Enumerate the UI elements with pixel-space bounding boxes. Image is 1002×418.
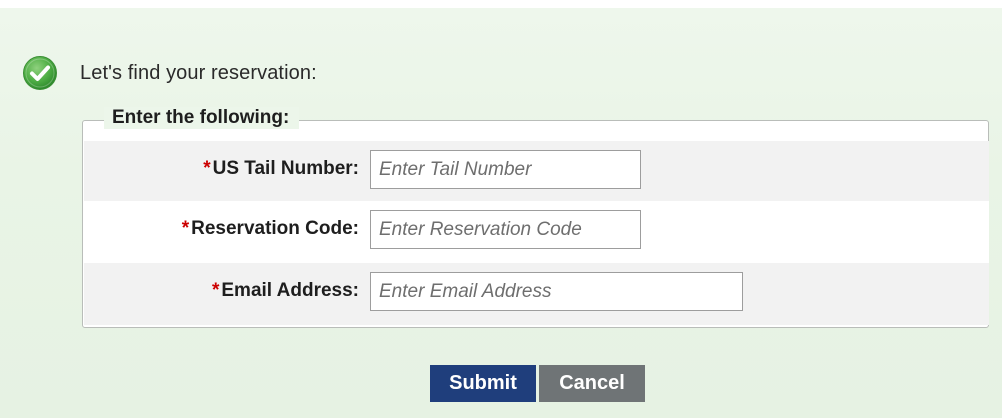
cancel-button[interactable]: Cancel: [539, 365, 645, 402]
form-fieldset: *US Tail Number: *Reservation Code: *Ema…: [82, 120, 989, 328]
reservation-lookup-panel: Let's find your reservation: * US Tail Nu…: [0, 8, 1002, 418]
required-marker: *: [203, 158, 211, 179]
form-row-reservation-code: * Reservation Code:: [84, 201, 989, 263]
submit-button[interactable]: Submit: [430, 365, 536, 402]
form-row-email-address: * Email Address:: [84, 263, 989, 325]
field-label: * Email Address:: [212, 280, 359, 302]
required-marker: *: [181, 218, 190, 239]
field-label: * Reservation Code:: [182, 218, 359, 240]
intro-text: Let's find your reservation:: [80, 62, 317, 84]
email-address-label: Email Address:: [221, 280, 359, 301]
form-row-tail-number: * US Tail Number:: [84, 141, 989, 203]
reservation-code-input[interactable]: [370, 210, 641, 249]
field-label: * US Tail Number:: [203, 158, 359, 180]
reservation-code-label: Reservation Code:: [191, 218, 359, 239]
fieldset-legend: Enter the following:: [104, 107, 300, 129]
tail-number-label: US Tail Number:: [212, 158, 359, 179]
tail-number-input[interactable]: [370, 150, 641, 189]
email-address-input[interactable]: [370, 272, 743, 311]
required-marker: *: [211, 280, 220, 301]
check-circle-icon: [22, 55, 58, 91]
